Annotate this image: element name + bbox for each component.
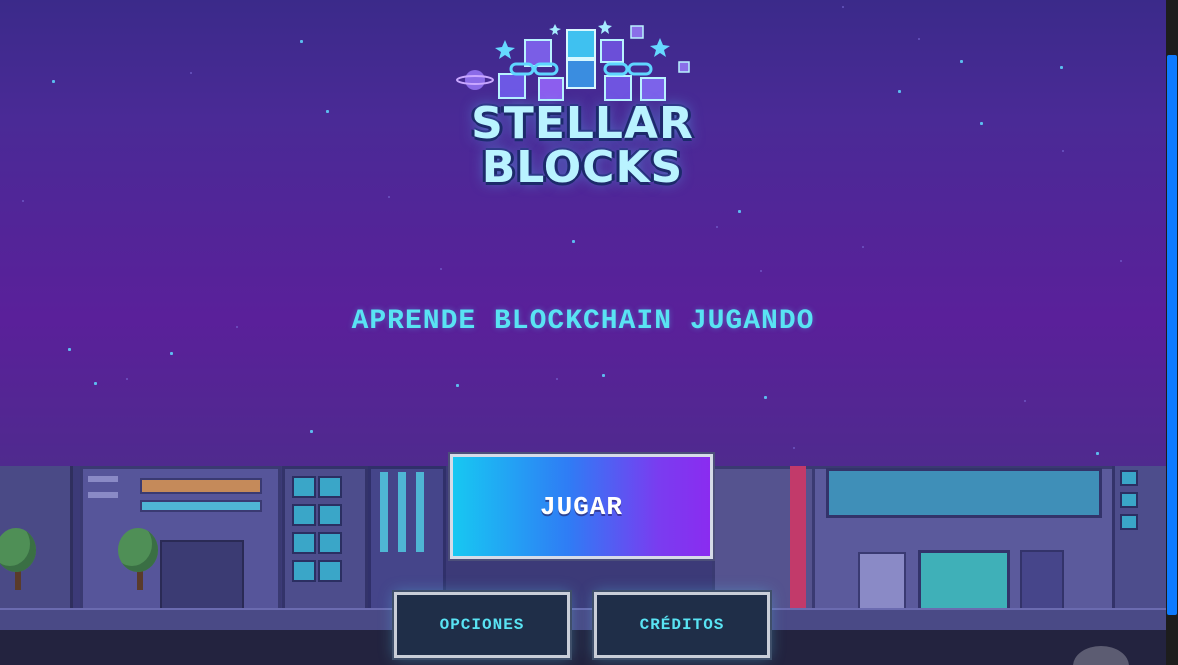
road — [0, 630, 1166, 665]
tagline: APRENDE BLOCKCHAIN JUGANDO — [351, 306, 815, 337]
credits-button[interactable]: CRÉDITOS — [592, 590, 772, 660]
logo-title-line2: BLOCKS — [481, 142, 684, 193]
sidewalk — [0, 608, 1166, 632]
scrollbar[interactable] — [1166, 0, 1178, 665]
blockchain-cubes-icon — [456, 20, 690, 101]
game-screen: STELLAR BLOCKS APRENDE BLOCKCHAIN JUGAND… — [0, 0, 1166, 665]
scrollbar-thumb[interactable] — [1167, 55, 1177, 615]
stellar-blocks-logo: STELLAR BLOCKS — [455, 18, 710, 193]
play-button[interactable]: JUGAR — [448, 452, 715, 561]
options-button[interactable]: OPCIONES — [392, 590, 572, 660]
